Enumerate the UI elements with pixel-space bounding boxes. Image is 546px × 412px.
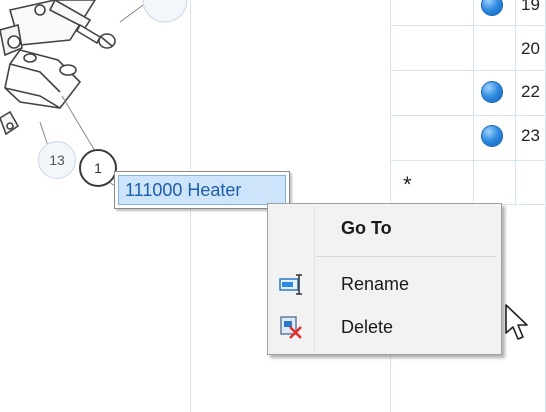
menu-item-label: Delete (341, 316, 394, 337)
menu-item-label: Go To (341, 217, 392, 238)
status-dot-icon (481, 125, 503, 147)
diagram-canvas[interactable]: 13 1 111000 Heater 19 20 22 23 * Go To R… (0, 0, 546, 412)
status-dot-icon (481, 81, 503, 103)
menu-item-go-to[interactable]: Go To (270, 208, 499, 248)
table-cell: 23 (521, 126, 540, 145)
menu-item-delete[interactable]: Delete (270, 307, 499, 347)
menu-item-label: Rename (341, 273, 410, 294)
menu-item-rename[interactable]: Rename (270, 264, 499, 304)
delete-icon (280, 316, 302, 339)
part-label-text: 111000 Heater (118, 175, 286, 205)
rename-icon (279, 274, 302, 295)
callout-number: 13 (49, 152, 65, 168)
mouse-cursor-icon (505, 304, 528, 340)
callout-bubble-selected[interactable]: 1 (79, 149, 117, 187)
table-cell: 20 (521, 39, 540, 58)
table-row-new[interactable] (390, 161, 546, 205)
menu-separator (316, 256, 497, 257)
parts-grid (390, 0, 546, 205)
part-label-tag[interactable]: 111000 Heater (114, 171, 290, 209)
context-menu: Go To Rename Delete (267, 203, 502, 355)
table-cell: 22 (521, 82, 540, 101)
callout-number: 1 (94, 160, 102, 176)
table-cell: 19 (521, 0, 540, 14)
new-row-marker: * (403, 172, 412, 197)
callout-bubble[interactable]: 13 (38, 141, 76, 179)
